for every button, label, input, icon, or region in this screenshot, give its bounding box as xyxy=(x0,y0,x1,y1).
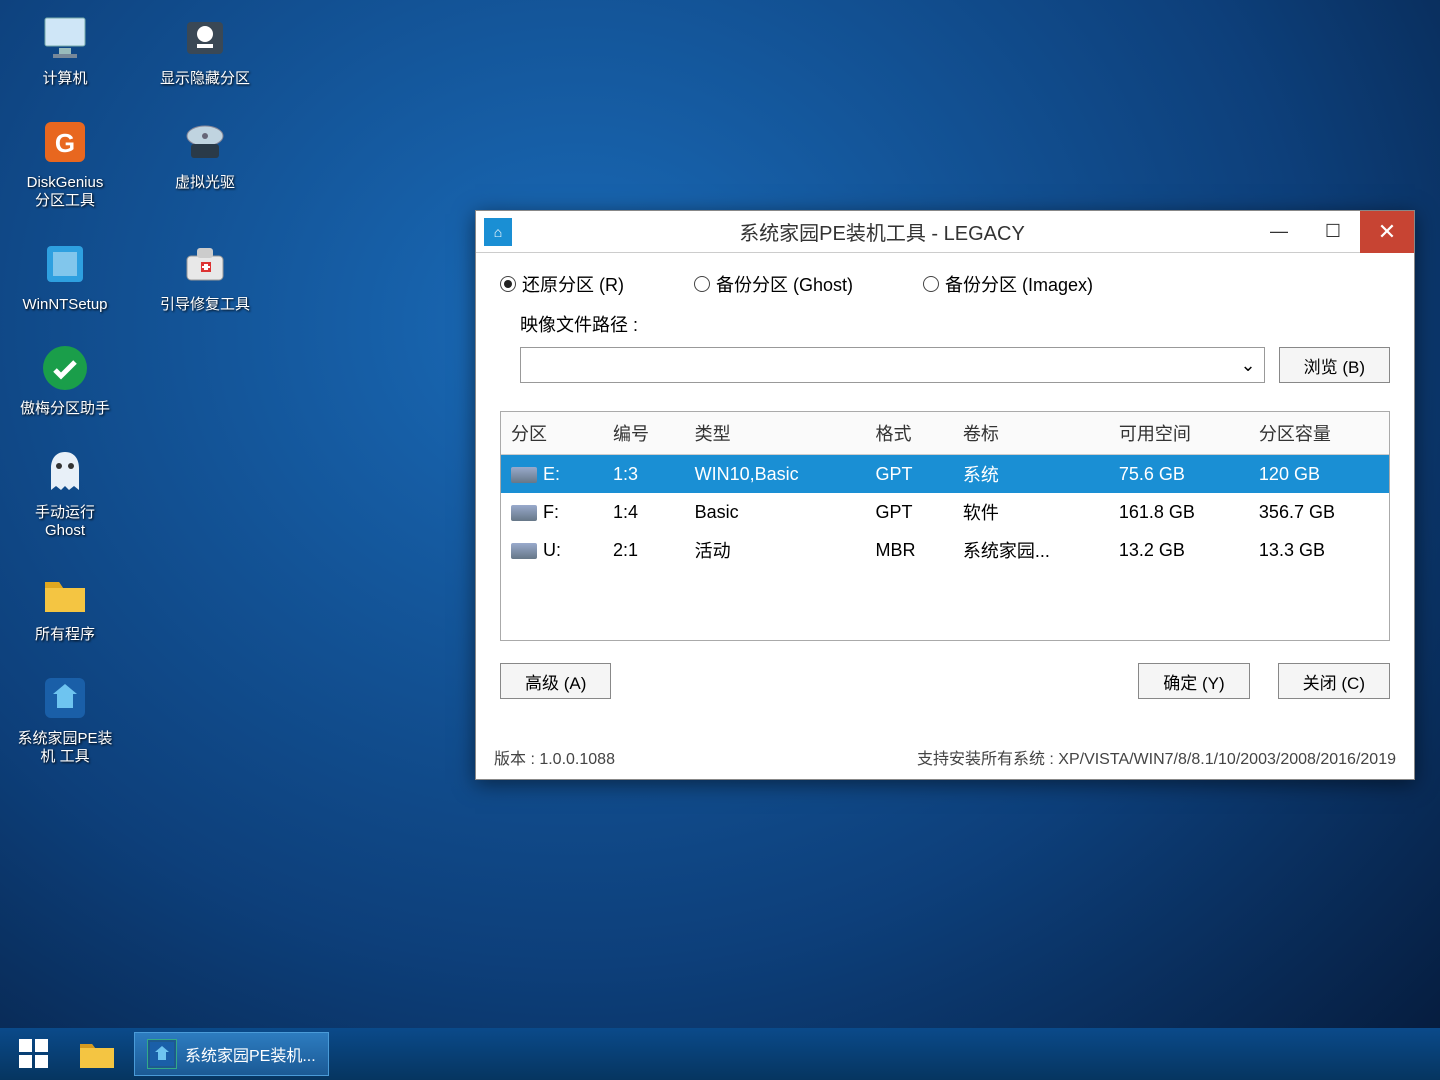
diskgenius-icon: G xyxy=(37,114,93,170)
taskbar-app-label: 系统家园PE装机... xyxy=(185,1042,316,1066)
radio-label: 备份分区 (Imagex) xyxy=(945,271,1093,297)
support-text: 支持安装所有系统 : XP/VISTA/WIN7/8/8.1/10/2003/2… xyxy=(917,745,1396,769)
partition-icon xyxy=(177,10,233,66)
path-controls: ⌄ 浏览 (B) xyxy=(520,347,1390,383)
monitor-icon xyxy=(37,10,93,66)
col-free[interactable]: 可用空间 xyxy=(1109,412,1249,455)
radio-icon xyxy=(694,276,710,292)
radio-icon xyxy=(500,276,516,292)
col-number[interactable]: 编号 xyxy=(603,412,685,455)
col-capacity[interactable]: 分区容量 xyxy=(1249,412,1389,455)
ok-button[interactable]: 确定 (Y) xyxy=(1138,663,1249,699)
radio-backup-ghost[interactable]: 备份分区 (Ghost) xyxy=(694,271,853,297)
aomei-icon xyxy=(37,340,93,396)
desktop-icon-ghost[interactable]: 手动运行 Ghost xyxy=(10,444,120,540)
col-partition[interactable]: 分区 xyxy=(501,412,603,455)
taskbar-app-pe-tool[interactable]: 系统家园PE装机... xyxy=(134,1032,329,1076)
pe-tool-icon xyxy=(37,670,93,726)
start-button[interactable] xyxy=(8,1033,60,1075)
desktop-icon-pe-tool[interactable]: 系统家园PE装 机 工具 xyxy=(10,670,120,766)
close-window-button[interactable]: 关闭 (C) xyxy=(1278,663,1390,699)
radio-restore[interactable]: 还原分区 (R) xyxy=(500,271,624,297)
desktop: 计算机 显示隐藏分区 G DiskGenius 分区工具 虚拟光驱 xyxy=(0,0,270,776)
desktop-icon-diskgenius[interactable]: G DiskGenius 分区工具 xyxy=(10,114,120,210)
windows-icon xyxy=(17,1037,51,1071)
window-content: 还原分区 (R) 备份分区 (Ghost) 备份分区 (Imagex) 映像文件… xyxy=(476,253,1414,739)
desktop-icon-show-hidden[interactable]: 显示隐藏分区 xyxy=(150,10,260,88)
cd-icon xyxy=(177,114,233,170)
desktop-icon-virtual-cd[interactable]: 虚拟光驱 xyxy=(150,114,260,210)
image-path-combo[interactable]: ⌄ xyxy=(520,347,1265,383)
radio-label: 备份分区 (Ghost) xyxy=(716,271,853,297)
close-button[interactable]: ✕ xyxy=(1360,211,1414,253)
table-row[interactable]: E:1:3WIN10,BasicGPT系统75.6 GB120 GB xyxy=(501,455,1389,494)
disk-icon xyxy=(511,505,537,521)
chevron-down-icon: ⌄ xyxy=(1241,355,1256,376)
image-path-row: 映像文件路径 : xyxy=(520,311,1390,337)
button-label: 关闭 (C) xyxy=(1303,669,1365,694)
desktop-icon-all-programs[interactable]: 所有程序 xyxy=(10,566,120,644)
status-bar: 版本 : 1.0.0.1088 支持安装所有系统 : XP/VISTA/WIN7… xyxy=(476,739,1414,779)
desktop-icon-label: 所有程序 xyxy=(35,626,95,644)
window-title: 系统家园PE装机工具 - LEGACY xyxy=(512,217,1252,246)
desktop-icon-label: 手动运行 Ghost xyxy=(35,504,95,540)
desktop-icon-aomei[interactable]: 傲梅分区助手 xyxy=(10,340,120,418)
path-label: 映像文件路径 : xyxy=(520,311,638,337)
app-icon: ⌂ xyxy=(484,218,512,246)
version-text: 版本 : 1.0.0.1088 xyxy=(494,745,615,769)
footer-buttons: 高级 (A) 确定 (Y) 关闭 (C) xyxy=(500,663,1390,699)
radio-label: 还原分区 (R) xyxy=(522,271,624,297)
desktop-icon-winntsetup[interactable]: WinNTSetup xyxy=(10,236,120,314)
titlebar[interactable]: ⌂ 系统家园PE装机工具 - LEGACY — ☐ ✕ xyxy=(476,211,1414,253)
desktop-icon-label: 虚拟光驱 xyxy=(175,174,235,192)
maximize-button[interactable]: ☐ xyxy=(1306,211,1360,253)
desktop-icon-computer[interactable]: 计算机 xyxy=(10,10,120,88)
minimize-button[interactable]: — xyxy=(1252,211,1306,253)
desktop-icon-label: 计算机 xyxy=(42,70,87,88)
browse-button[interactable]: 浏览 (B) xyxy=(1279,347,1390,383)
button-label: 确定 (Y) xyxy=(1163,669,1224,694)
disk-icon xyxy=(511,543,537,559)
taskbar-explorer[interactable] xyxy=(74,1034,120,1074)
setup-icon xyxy=(37,236,93,292)
radio-icon xyxy=(923,276,939,292)
col-label[interactable]: 卷标 xyxy=(953,412,1109,455)
taskbar: 系统家园PE装机... xyxy=(0,1028,1440,1080)
desktop-icon-label: 引导修复工具 xyxy=(160,296,250,314)
button-label: 高级 (A) xyxy=(525,669,586,694)
mode-radio-group: 还原分区 (R) 备份分区 (Ghost) 备份分区 (Imagex) xyxy=(500,271,1390,297)
disk-icon xyxy=(511,467,537,483)
desktop-icon-label: 显示隐藏分区 xyxy=(160,70,250,88)
ghost-icon xyxy=(37,444,93,500)
col-type[interactable]: 类型 xyxy=(685,412,866,455)
pe-tool-window: ⌂ 系统家园PE装机工具 - LEGACY — ☐ ✕ 还原分区 (R) 备份分… xyxy=(475,210,1415,780)
advanced-button[interactable]: 高级 (A) xyxy=(500,663,611,699)
pe-tool-icon xyxy=(147,1039,177,1069)
table-row[interactable]: F:1:4BasicGPT软件161.8 GB356.7 GB xyxy=(501,493,1389,531)
window-controls: — ☐ ✕ xyxy=(1252,211,1414,253)
desktop-icon-label: WinNTSetup xyxy=(22,296,107,314)
desktop-icon-label: 系统家园PE装 机 工具 xyxy=(17,730,112,766)
folder-icon xyxy=(78,1038,116,1070)
toolbox-icon xyxy=(177,236,233,292)
folder-icon xyxy=(37,566,93,622)
button-label: 浏览 (B) xyxy=(1304,353,1365,378)
table-header-row: 分区 编号 类型 格式 卷标 可用空间 分区容量 xyxy=(501,412,1389,455)
desktop-icon-boot-repair[interactable]: 引导修复工具 xyxy=(150,236,260,314)
svg-text:G: G xyxy=(55,128,75,158)
radio-backup-imagex[interactable]: 备份分区 (Imagex) xyxy=(923,271,1093,297)
desktop-icon-label: DiskGenius 分区工具 xyxy=(27,174,104,210)
col-format[interactable]: 格式 xyxy=(865,412,952,455)
partition-table: 分区 编号 类型 格式 卷标 可用空间 分区容量 E:1:3WIN10,Basi… xyxy=(500,411,1390,641)
desktop-icon-label: 傲梅分区助手 xyxy=(20,400,110,418)
table-row[interactable]: U:2:1活动MBR系统家园...13.2 GB13.3 GB xyxy=(501,531,1389,569)
